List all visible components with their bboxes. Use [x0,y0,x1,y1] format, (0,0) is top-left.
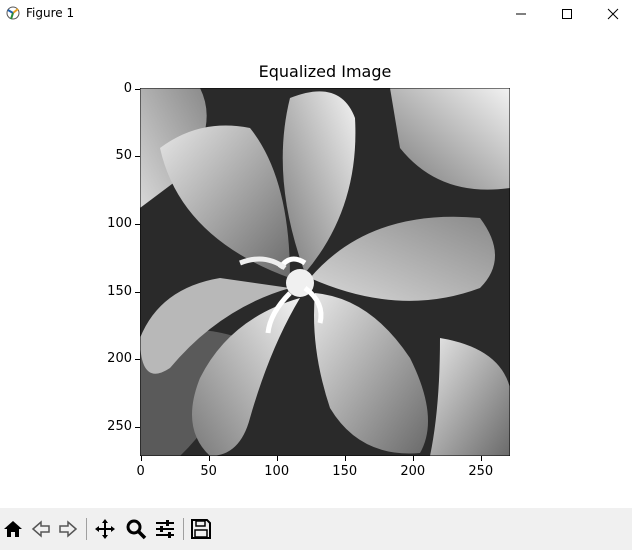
back-icon [31,520,50,538]
y-tick-mark [135,223,140,225]
y-tick-label: 150 [107,283,132,299]
configure-subplots-button[interactable] [153,517,177,541]
save-button[interactable] [189,517,213,541]
image-axes[interactable] [139,87,511,457]
x-tick-mark [276,456,278,461]
toolbar-separator [86,518,87,540]
pan-icon [95,519,115,539]
x-tick-label: 200 [400,464,426,479]
matplotlib-figure-icon [5,5,21,21]
maximize-button[interactable] [544,0,590,28]
x-tick-mark [344,456,346,461]
back-button[interactable] [29,517,53,541]
minimize-button[interactable] [498,0,544,28]
forward-button[interactable] [56,517,80,541]
x-tick-label: 0 [136,464,145,479]
x-tick-mark [480,456,482,461]
plot-title: Equalized Image [258,62,392,81]
equalized-flower-image [139,87,511,457]
close-icon [607,8,619,20]
x-tick-mark [208,456,210,461]
x-tick-label: 50 [200,464,217,479]
x-tick-label: 150 [332,464,358,479]
y-tick-mark [135,291,140,293]
y-tick-mark [135,426,140,428]
x-tick-label: 250 [468,464,494,479]
y-tick-label: 200 [107,351,132,367]
window-title: Figure 1 [26,6,75,20]
y-tick-label: 0 [123,80,132,96]
navigation-toolbar [0,508,632,550]
y-tick-label: 50 [115,148,132,164]
y-tick-label: 250 [107,418,132,434]
forward-icon [59,520,78,538]
home-button[interactable] [1,517,25,541]
y-tick-mark [135,359,140,361]
minimize-icon [516,13,526,15]
zoom-icon [126,519,147,540]
home-icon [4,521,22,537]
window-title-bar: Figure 1 [0,0,632,28]
y-tick-label: 100 [107,215,132,231]
zoom-button[interactable] [124,517,148,541]
pan-button[interactable] [93,517,117,541]
configure-subplots-icon [156,520,174,538]
x-tick-label: 100 [264,464,290,479]
y-tick-mark [135,88,140,90]
figure-canvas: Equalized Image 0 50 100 150 200 250 0 5… [0,28,632,508]
close-button[interactable] [590,0,632,28]
x-tick-mark [412,456,414,461]
maximize-icon [562,9,572,19]
toolbar-separator [183,518,184,540]
save-icon [191,519,211,539]
y-tick-mark [135,156,140,158]
x-tick-mark [140,456,142,461]
